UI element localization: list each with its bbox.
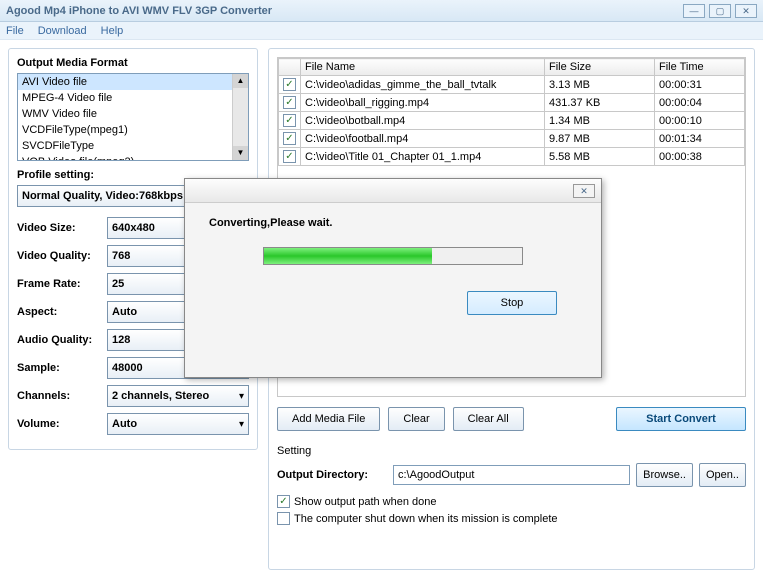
table-row[interactable]: ✓C:\video\adidas_gimme_the_ball_tvtalk3.… bbox=[279, 76, 745, 94]
row-checkbox[interactable]: ✓ bbox=[283, 132, 296, 145]
clear-button[interactable]: Clear bbox=[388, 407, 444, 431]
menu-bar: File Download Help bbox=[0, 22, 763, 40]
minimize-button[interactable]: — bbox=[683, 4, 705, 18]
row-checkbox[interactable]: ✓ bbox=[283, 150, 296, 163]
row-checkbox[interactable]: ✓ bbox=[283, 96, 296, 109]
video-quality-label: Video Quality: bbox=[17, 250, 107, 262]
maximize-button[interactable]: ▢ bbox=[709, 4, 731, 18]
video-size-label: Video Size: bbox=[17, 222, 107, 234]
volume-dropdown[interactable]: Auto bbox=[107, 413, 249, 435]
sample-label: Sample: bbox=[17, 362, 107, 374]
dialog-message: Converting,Please wait. bbox=[209, 217, 577, 229]
setting-label: Setting bbox=[277, 445, 746, 457]
show-output-label: Show output path when done bbox=[294, 496, 437, 508]
list-item[interactable]: MPEG-4 Video file bbox=[18, 90, 248, 106]
dialog-close-button[interactable]: ✕ bbox=[573, 184, 595, 198]
col-filename[interactable]: File Name bbox=[301, 59, 545, 76]
audio-quality-label: Audio Quality: bbox=[17, 334, 107, 346]
col-checkbox[interactable] bbox=[279, 59, 301, 76]
list-item[interactable]: SVCDFileType bbox=[18, 138, 248, 154]
channels-dropdown[interactable]: 2 channels, Stereo bbox=[107, 385, 249, 407]
format-listbox[interactable]: AVI Video file MPEG-4 Video file WMV Vid… bbox=[17, 73, 249, 161]
row-checkbox[interactable]: ✓ bbox=[283, 78, 296, 91]
frame-rate-label: Frame Rate: bbox=[17, 278, 107, 290]
list-item[interactable]: VCDFileType(mpeg1) bbox=[18, 122, 248, 138]
shutdown-checkbox[interactable] bbox=[277, 512, 290, 525]
browse-button[interactable]: Browse.. bbox=[636, 463, 693, 487]
show-output-checkbox[interactable]: ✓ bbox=[277, 495, 290, 508]
table-row[interactable]: ✓C:\video\football.mp49.87 MB00:01:34 bbox=[279, 130, 745, 148]
title-bar: Agood Mp4 iPhone to AVI WMV FLV 3GP Conv… bbox=[0, 0, 763, 22]
table-row[interactable]: ✓C:\video\ball_rigging.mp4431.37 KB00:00… bbox=[279, 94, 745, 112]
progress-fill bbox=[264, 248, 432, 264]
converting-dialog: ✕ Converting,Please wait. Stop bbox=[184, 178, 602, 378]
clear-all-button[interactable]: Clear All bbox=[453, 407, 524, 431]
volume-label: Volume: bbox=[17, 418, 107, 430]
menu-file[interactable]: File bbox=[6, 25, 24, 37]
close-button[interactable]: ✕ bbox=[735, 4, 757, 18]
output-format-label: Output Media Format bbox=[17, 57, 249, 69]
table-row[interactable]: ✓C:\video\Title 01_Chapter 01_1.mp45.58 … bbox=[279, 148, 745, 166]
col-filesize[interactable]: File Size bbox=[545, 59, 655, 76]
scrollbar[interactable] bbox=[232, 74, 248, 160]
start-convert-button[interactable]: Start Convert bbox=[616, 407, 746, 431]
stop-button[interactable]: Stop bbox=[467, 291, 557, 315]
channels-label: Channels: bbox=[17, 390, 107, 402]
shutdown-label: The computer shut down when its mission … bbox=[294, 513, 558, 525]
table-row[interactable]: ✓C:\video\botball.mp41.34 MB00:00:10 bbox=[279, 112, 745, 130]
menu-help[interactable]: Help bbox=[101, 25, 124, 37]
list-item[interactable]: WMV Video file bbox=[18, 106, 248, 122]
output-directory-input[interactable]: c:\AgoodOutput bbox=[393, 465, 630, 485]
aspect-label: Aspect: bbox=[17, 306, 107, 318]
list-item[interactable]: AVI Video file bbox=[18, 74, 248, 90]
col-filetime[interactable]: File Time bbox=[655, 59, 745, 76]
progress-bar bbox=[263, 247, 523, 265]
menu-download[interactable]: Download bbox=[38, 25, 87, 37]
row-checkbox[interactable]: ✓ bbox=[283, 114, 296, 127]
file-table: File Name File Size File Time ✓C:\video\… bbox=[278, 58, 745, 166]
add-media-button[interactable]: Add Media File bbox=[277, 407, 380, 431]
window-title: Agood Mp4 iPhone to AVI WMV FLV 3GP Conv… bbox=[6, 5, 272, 17]
open-button[interactable]: Open.. bbox=[699, 463, 746, 487]
list-item[interactable]: VOB Video file(mpeg2) bbox=[18, 154, 248, 161]
output-directory-label: Output Directory: bbox=[277, 469, 387, 481]
